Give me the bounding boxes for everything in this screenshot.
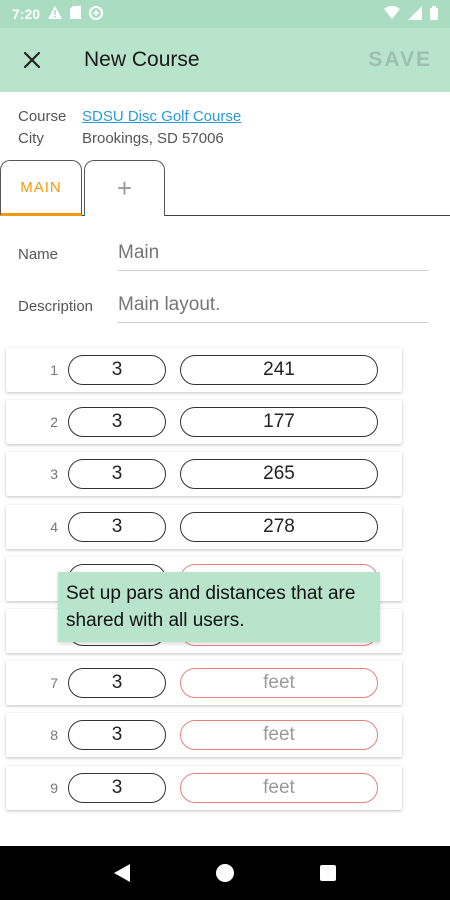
hole-number: 4 xyxy=(50,518,58,535)
par-input[interactable]: 3 xyxy=(68,511,166,542)
home-button[interactable] xyxy=(205,853,245,893)
distance-input[interactable]: 278 xyxy=(180,511,378,542)
city-value: Brookings, SD 57006 xyxy=(82,130,224,147)
hole-number: 3 xyxy=(50,466,58,483)
par-input[interactable]: 3 xyxy=(68,772,166,803)
close-icon xyxy=(23,51,41,69)
hole-row: 4 3 278 xyxy=(6,504,402,549)
distance-input[interactable]: feet xyxy=(180,668,378,699)
recents-button[interactable] xyxy=(308,853,348,893)
sd-card-icon xyxy=(70,6,82,22)
city-label: City xyxy=(18,130,44,147)
back-button[interactable] xyxy=(102,853,142,893)
warning-icon xyxy=(48,6,63,22)
onboarding-tooltip[interactable]: Set up pars and distances that are share… xyxy=(58,572,380,642)
distance-input[interactable]: 265 xyxy=(180,459,378,490)
home-icon xyxy=(215,864,234,882)
description-input[interactable] xyxy=(118,288,428,323)
back-icon xyxy=(113,864,130,882)
signal-icon xyxy=(408,5,422,23)
distance-input[interactable]: feet xyxy=(180,772,378,803)
description-field-row: Description xyxy=(18,288,428,323)
distance-input[interactable]: feet xyxy=(180,720,378,751)
course-info: Course SDSU Disc Golf Course City Brooki… xyxy=(18,106,241,150)
hole-row: 2 3 177 xyxy=(6,400,402,445)
hole-row: 9 3 feet xyxy=(6,765,402,810)
close-button[interactable] xyxy=(0,28,64,92)
layout-tabs: MAIN + xyxy=(0,160,450,216)
par-input[interactable]: 3 xyxy=(68,459,166,490)
hole-row: 7 3 feet xyxy=(6,661,402,706)
description-label: Description xyxy=(18,298,94,315)
recents-icon xyxy=(320,865,337,881)
tab-main[interactable]: MAIN xyxy=(0,160,82,216)
par-input[interactable]: 3 xyxy=(68,720,166,751)
status-time: 7:20 xyxy=(12,6,41,22)
hole-number: 7 xyxy=(50,675,58,692)
app-bar: New Course SAVE xyxy=(0,28,450,92)
hole-row: 3 3 265 xyxy=(6,452,402,497)
hole-row: 1 3 241 xyxy=(6,348,402,392)
par-input[interactable]: 3 xyxy=(68,355,166,385)
hole-row: 8 3 feet xyxy=(6,713,402,758)
par-input[interactable]: 3 xyxy=(68,407,166,438)
system-nav-bar xyxy=(0,846,450,900)
name-field-row: Name xyxy=(18,236,428,271)
name-label: Name xyxy=(18,246,59,263)
course-label: Course xyxy=(18,108,67,125)
wifi-icon xyxy=(384,6,400,22)
add-layout-tab[interactable]: + xyxy=(84,160,165,216)
sync-icon xyxy=(89,5,104,23)
status-right-icons xyxy=(384,5,438,23)
par-input[interactable]: 3 xyxy=(68,668,166,699)
name-input[interactable] xyxy=(118,236,428,271)
hole-number: 8 xyxy=(50,727,58,744)
hole-number: 2 xyxy=(50,414,58,431)
hole-number: 1 xyxy=(50,362,58,378)
distance-input[interactable]: 241 xyxy=(180,355,378,385)
distance-input[interactable]: 177 xyxy=(180,407,378,438)
city-row: City Brookings, SD 57006 xyxy=(18,128,241,150)
course-link[interactable]: SDSU Disc Golf Course xyxy=(82,106,241,128)
status-bar: 7:20 xyxy=(0,0,450,28)
hole-number: 9 xyxy=(50,779,58,796)
battery-icon xyxy=(430,5,438,23)
page-title: New Course xyxy=(84,48,200,71)
save-button[interactable]: SAVE xyxy=(368,48,432,72)
course-row: Course SDSU Disc Golf Course xyxy=(18,106,241,128)
